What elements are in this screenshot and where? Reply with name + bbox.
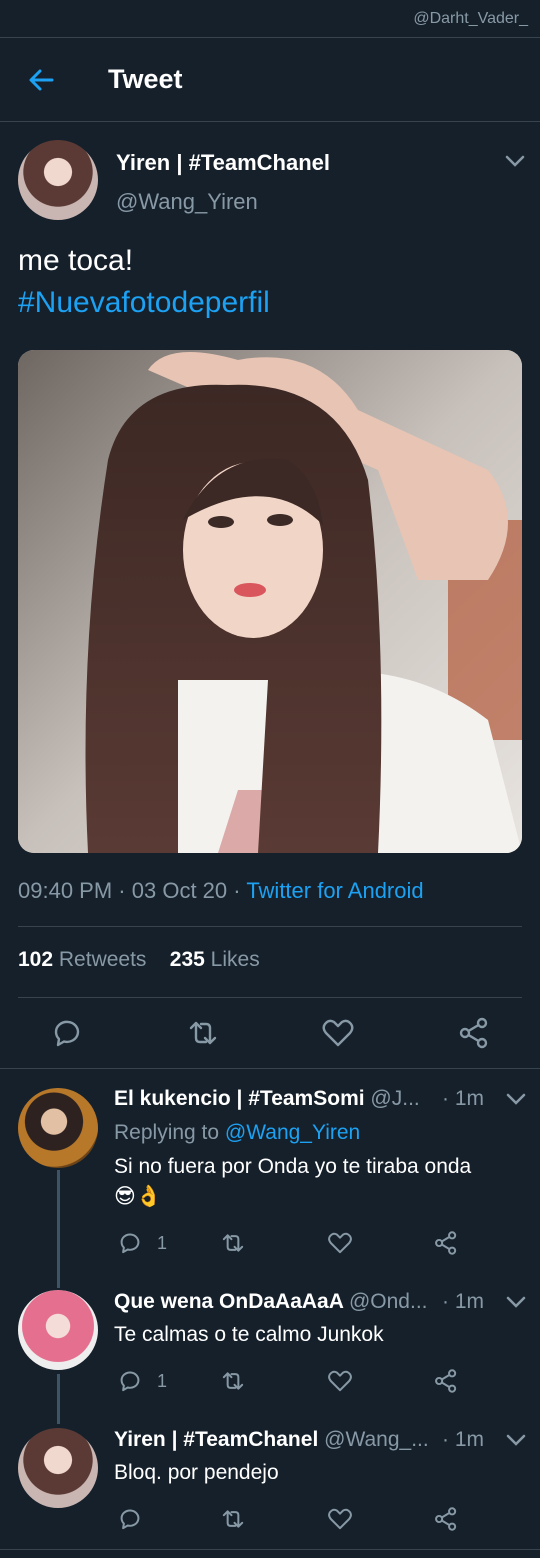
photo-illustration bbox=[18, 350, 522, 853]
reply-icon[interactable] bbox=[50, 1016, 84, 1050]
chevron-down-icon[interactable] bbox=[505, 1092, 527, 1106]
share-icon[interactable] bbox=[433, 1230, 459, 1256]
tweet-text-line: me toca! bbox=[18, 244, 134, 277]
reply-icon[interactable] bbox=[117, 1506, 143, 1532]
reply-author-name[interactable]: El kukencio | #TeamSomi @J... bbox=[114, 1087, 434, 1111]
tweet-date: 03 Oct 20 bbox=[131, 878, 228, 903]
tweet-photo[interactable] bbox=[18, 350, 522, 853]
watermark: @Darht_Vader_ bbox=[413, 10, 528, 27]
divider bbox=[0, 1068, 540, 1069]
reply-author-name[interactable]: Que wena OnDaAaAaA @Ond... bbox=[114, 1290, 434, 1314]
reply-action[interactable]: 1 bbox=[117, 1230, 167, 1256]
share-icon[interactable] bbox=[457, 1016, 491, 1050]
reply-author-handle[interactable]: @Wang_... bbox=[324, 1428, 429, 1451]
reply-time: · 1m bbox=[442, 1290, 485, 1313]
reply-text: Si no fuera por Onda yo te tiraba onda 😎… bbox=[114, 1152, 471, 1212]
reply-avatar[interactable] bbox=[18, 1428, 98, 1508]
reply-icon bbox=[120, 1371, 140, 1392]
reply-author-name[interactable]: Yiren | #TeamChanel @Wang_... bbox=[114, 1428, 434, 1452]
reply-time: · 1m bbox=[442, 1087, 485, 1110]
reply-time-value: 1m bbox=[454, 1428, 485, 1451]
tweet-time: 09:40 PM bbox=[18, 878, 113, 903]
replying-to: Replying to @Wang_Yiren bbox=[114, 1121, 360, 1145]
reply-avatar[interactable] bbox=[18, 1088, 98, 1168]
author-name[interactable]: Yiren | #TeamChanel bbox=[116, 150, 330, 176]
reply-time: · 1m bbox=[442, 1428, 485, 1451]
tweet-meta: 09:40 PM · 03 Oct 20 · Twitter for Andro… bbox=[18, 878, 424, 904]
divider bbox=[18, 997, 522, 998]
reply-count: 1 bbox=[157, 1370, 168, 1391]
reply-count: 1 bbox=[157, 1232, 168, 1253]
reply-time-value: 1m bbox=[454, 1290, 485, 1313]
app-header: Tweet bbox=[0, 38, 540, 122]
reply-author-name-text[interactable]: El kukencio | #TeamSomi bbox=[114, 1087, 365, 1110]
reply-author-handle[interactable]: @J... bbox=[370, 1087, 419, 1110]
retweet-icon[interactable] bbox=[220, 1506, 246, 1532]
like-heart-icon[interactable] bbox=[321, 1016, 355, 1050]
reply-time-value: 1m bbox=[454, 1087, 485, 1110]
retweet-icon[interactable] bbox=[220, 1230, 246, 1256]
divider bbox=[0, 1549, 540, 1550]
likes-label[interactable]: Likes bbox=[211, 948, 260, 971]
meta-separator: · bbox=[118, 878, 132, 903]
reply-author-handle[interactable]: @Ond... bbox=[349, 1290, 428, 1313]
tweet-text: me toca! #Nuevafotodeperfil bbox=[18, 240, 270, 324]
reply-avatar[interactable] bbox=[18, 1290, 98, 1370]
like-heart-icon[interactable] bbox=[327, 1368, 353, 1394]
share-icon[interactable] bbox=[433, 1506, 459, 1532]
chevron-down-icon[interactable] bbox=[504, 154, 526, 168]
reply-text: Te calmas o te calmo Junkok bbox=[114, 1323, 384, 1346]
mention-link[interactable]: @Wang_Yiren bbox=[225, 1121, 360, 1144]
replying-to-prefix: Replying to bbox=[114, 1121, 220, 1144]
reply-emoji: 😎👌 bbox=[114, 1185, 163, 1208]
like-heart-icon[interactable] bbox=[327, 1506, 353, 1532]
hashtag-link[interactable]: #Nuevafotodeperfil bbox=[18, 282, 270, 324]
tweet-stats: 102 Retweets 235 Likes bbox=[18, 948, 260, 972]
reply-author-name-text[interactable]: Yiren | #TeamChanel bbox=[114, 1428, 318, 1451]
tweet-source-link[interactable]: Twitter for Android bbox=[246, 878, 423, 903]
meta-separator: · bbox=[233, 878, 247, 903]
like-heart-icon[interactable] bbox=[327, 1230, 353, 1256]
reply-action[interactable]: 1 bbox=[117, 1368, 167, 1394]
divider bbox=[18, 926, 522, 927]
retweets-count[interactable]: 102 bbox=[18, 948, 53, 971]
retweet-icon[interactable] bbox=[186, 1016, 220, 1050]
page-title: Tweet bbox=[108, 64, 183, 94]
reply-text-line: Si no fuera por Onda yo te tiraba onda bbox=[114, 1155, 472, 1178]
back-arrow-icon[interactable] bbox=[22, 60, 62, 100]
thread-line bbox=[57, 1374, 60, 1424]
author-avatar[interactable] bbox=[18, 140, 98, 220]
reply-text: Bloq. por pendejo bbox=[114, 1461, 279, 1484]
chevron-down-icon[interactable] bbox=[505, 1295, 527, 1309]
share-icon[interactable] bbox=[433, 1368, 459, 1394]
reply-author-name-text[interactable]: Que wena OnDaAaAaA bbox=[114, 1290, 343, 1313]
chevron-down-icon[interactable] bbox=[505, 1433, 527, 1447]
retweet-icon[interactable] bbox=[220, 1368, 246, 1394]
likes-count[interactable]: 235 bbox=[170, 948, 205, 971]
thread-line bbox=[57, 1170, 60, 1288]
reply-icon bbox=[120, 1233, 140, 1254]
retweets-label[interactable]: Retweets bbox=[59, 948, 147, 971]
author-handle[interactable]: @Wang_Yiren bbox=[116, 189, 258, 215]
